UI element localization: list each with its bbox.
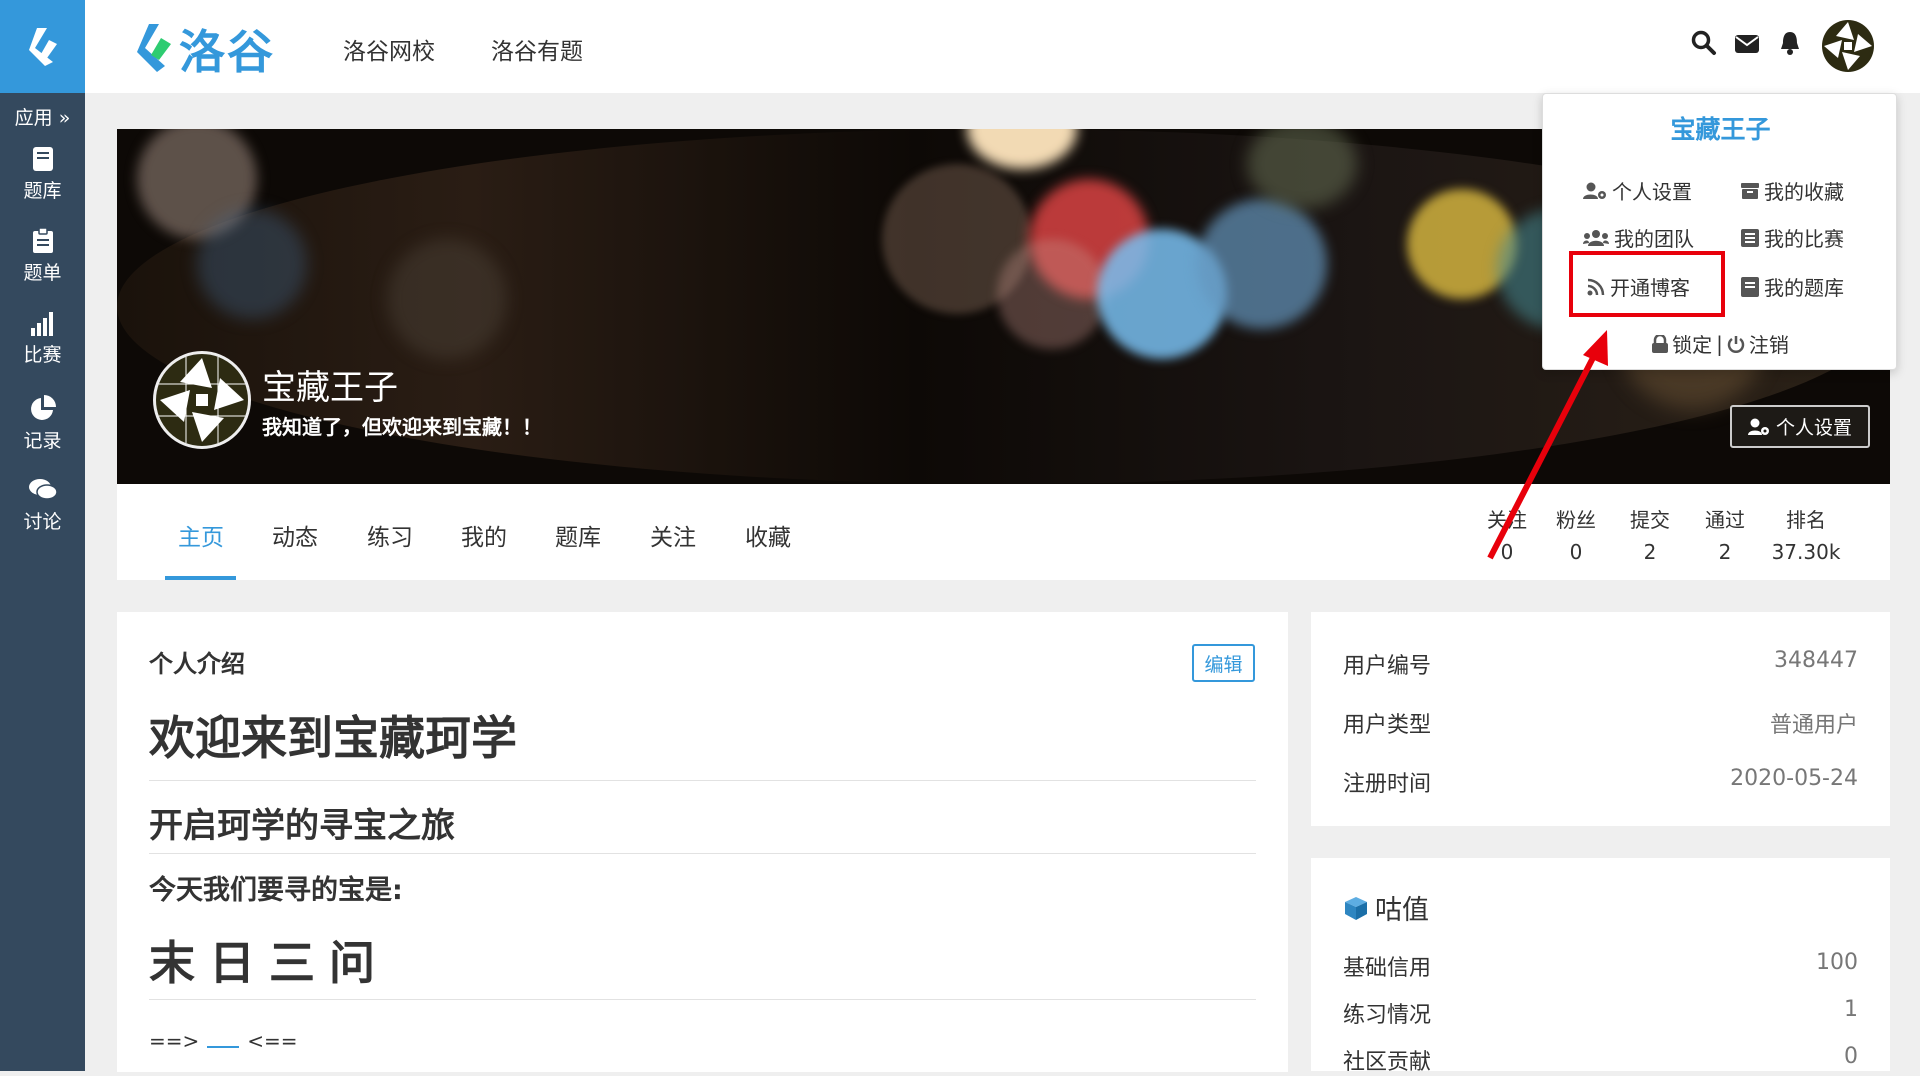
annotation-highlight-box xyxy=(1569,251,1725,317)
info-row-registered: 注册时间 2020-05-24 xyxy=(1343,766,1858,797)
list-alt-icon xyxy=(1741,228,1759,247)
mail-icon[interactable] xyxy=(1734,33,1760,55)
intro-title: 个人介绍 xyxy=(149,650,245,678)
bokeh-light xyxy=(197,209,307,319)
gu-row-credit: 基础信用 100 xyxy=(1343,950,1858,981)
intro-heading-3: 今天我们要寻的宝是: xyxy=(149,875,403,906)
profile-bio: 我知道了，但欢迎来到宝藏！！ xyxy=(262,415,542,439)
apps-toggle[interactable]: 应用 » xyxy=(0,103,85,130)
menu-lock[interactable]: 锁定 xyxy=(1652,329,1712,358)
menu-my-contests[interactable]: 我的比赛 xyxy=(1741,223,1844,252)
sidebar-item-problems[interactable]: 题库 xyxy=(0,146,85,203)
intro-card: 个人介绍 编辑 欢迎来到宝藏珂学 开启珂学的寻宝之旅 今天我们要寻的宝是: 末日… xyxy=(117,612,1288,1072)
tab-activity[interactable]: 动态 xyxy=(272,518,318,552)
marker-blank xyxy=(207,1034,240,1048)
sidebar: 应用 » 题库 题单 比赛 记录 讨论 xyxy=(0,0,85,1071)
stat-submissions: 提交 2 xyxy=(1630,508,1670,564)
sidebar-item-lists[interactable]: 题单 xyxy=(0,228,85,285)
stat-rank: 排名 37.30k xyxy=(1771,508,1841,564)
bokeh-light xyxy=(997,239,1107,349)
power-icon xyxy=(1727,335,1745,353)
user-info-card: 用户编号 348447 用户类型 普通用户 注册时间 2020-05-24 xyxy=(1311,612,1890,826)
bokeh-light xyxy=(387,239,507,359)
separator: | xyxy=(1716,331,1723,356)
user-cog-icon xyxy=(1583,182,1606,199)
brand-logo[interactable]: 洛谷 xyxy=(133,16,275,82)
tab-problemset[interactable]: 题库 xyxy=(555,518,601,552)
tab-following[interactable]: 关注 xyxy=(650,518,696,552)
intro-marker: ==> <== xyxy=(149,1029,298,1053)
info-row-uid: 用户编号 348447 xyxy=(1343,648,1858,679)
user-dropdown-menu: 宝藏王子 个人设置 我的收藏 我的团队 我的比赛 开通博客 我的题库 锁定 | … xyxy=(1542,93,1897,370)
users-icon xyxy=(1583,229,1609,246)
sidebar-item-discuss[interactable]: 讨论 xyxy=(0,477,85,534)
edit-button[interactable]: 编辑 xyxy=(1192,644,1255,682)
brand-name: 洛谷 xyxy=(179,25,275,79)
user-avatar[interactable] xyxy=(1822,20,1874,72)
menu-logout[interactable]: 注销 xyxy=(1727,329,1789,358)
intro-heading-1: 欢迎来到宝藏珂学 xyxy=(149,711,517,765)
cube-icon xyxy=(1345,896,1367,920)
stat-passed: 通过 2 xyxy=(1705,508,1745,564)
lock-icon xyxy=(1652,334,1669,353)
personal-settings-button[interactable]: 个人设置 xyxy=(1730,405,1870,448)
sidebar-item-records[interactable]: 记录 xyxy=(0,394,85,453)
intro-heading-4: 末日三问 xyxy=(149,936,389,990)
pie-chart-icon xyxy=(30,395,56,420)
gu-row-community: 社区贡献 0 xyxy=(1343,1044,1858,1075)
book-icon xyxy=(1741,276,1759,297)
profile-avatar xyxy=(153,351,251,449)
search-icon[interactable] xyxy=(1691,30,1717,56)
tab-practice[interactable]: 练习 xyxy=(367,518,413,552)
tab-active-indicator xyxy=(165,576,236,580)
menu-personal-settings[interactable]: 个人设置 xyxy=(1583,176,1692,205)
clipboard-icon xyxy=(32,228,53,253)
bokeh-light xyxy=(1197,199,1327,329)
gu-row-practice: 练习情况 1 xyxy=(1343,997,1858,1028)
dropdown-username[interactable]: 宝藏王子 xyxy=(1543,110,1898,146)
gu-title: 咕值 xyxy=(1343,888,1429,927)
gu-value-card: 咕值 基础信用 100 练习情况 1 社区贡献 0 xyxy=(1311,858,1890,1075)
user-cog-icon xyxy=(1747,418,1769,435)
divider xyxy=(149,999,1256,1000)
menu-my-favorites[interactable]: 我的收藏 xyxy=(1741,176,1844,205)
stat-followers[interactable]: 粉丝 0 xyxy=(1541,504,1611,568)
bell-icon[interactable] xyxy=(1779,30,1801,56)
luogu-logo-icon[interactable] xyxy=(0,0,85,93)
info-row-type: 用户类型 普通用户 xyxy=(1343,713,1858,738)
book-icon xyxy=(32,147,53,171)
comments-icon xyxy=(28,479,58,500)
divider xyxy=(149,853,1256,854)
nav-luogu-school[interactable]: 洛谷网校 xyxy=(343,32,435,66)
luogu-mark-icon xyxy=(137,24,171,72)
top-navbar: 洛谷 洛谷网校 洛谷有题 xyxy=(85,0,1920,93)
profile-tabbar: 主页 动态 练习 我的 题库 关注 收藏 关注 0 粉丝 0 提交 2 通过 2 排名 3… xyxy=(117,484,1890,580)
tab-favorites[interactable]: 收藏 xyxy=(745,518,791,552)
menu-my-problemset[interactable]: 我的题库 xyxy=(1741,272,1844,301)
stat-following[interactable]: 关注 0 xyxy=(1477,504,1537,568)
intro-heading-2: 开启珂学的寻宝之旅 xyxy=(149,806,455,846)
nav-luogu-problems[interactable]: 洛谷有题 xyxy=(491,32,583,66)
dropdown-footer: 锁定 | 注销 xyxy=(1543,329,1898,358)
tab-home[interactable]: 主页 xyxy=(178,518,224,552)
menu-my-teams[interactable]: 我的团队 xyxy=(1583,223,1694,252)
tab-mine[interactable]: 我的 xyxy=(461,518,507,552)
archive-icon xyxy=(1741,182,1759,199)
divider xyxy=(149,780,1256,781)
bar-chart-icon xyxy=(30,312,53,336)
profile-name: 宝藏王子 xyxy=(262,368,398,408)
sidebar-item-contests[interactable]: 比赛 xyxy=(0,310,85,367)
